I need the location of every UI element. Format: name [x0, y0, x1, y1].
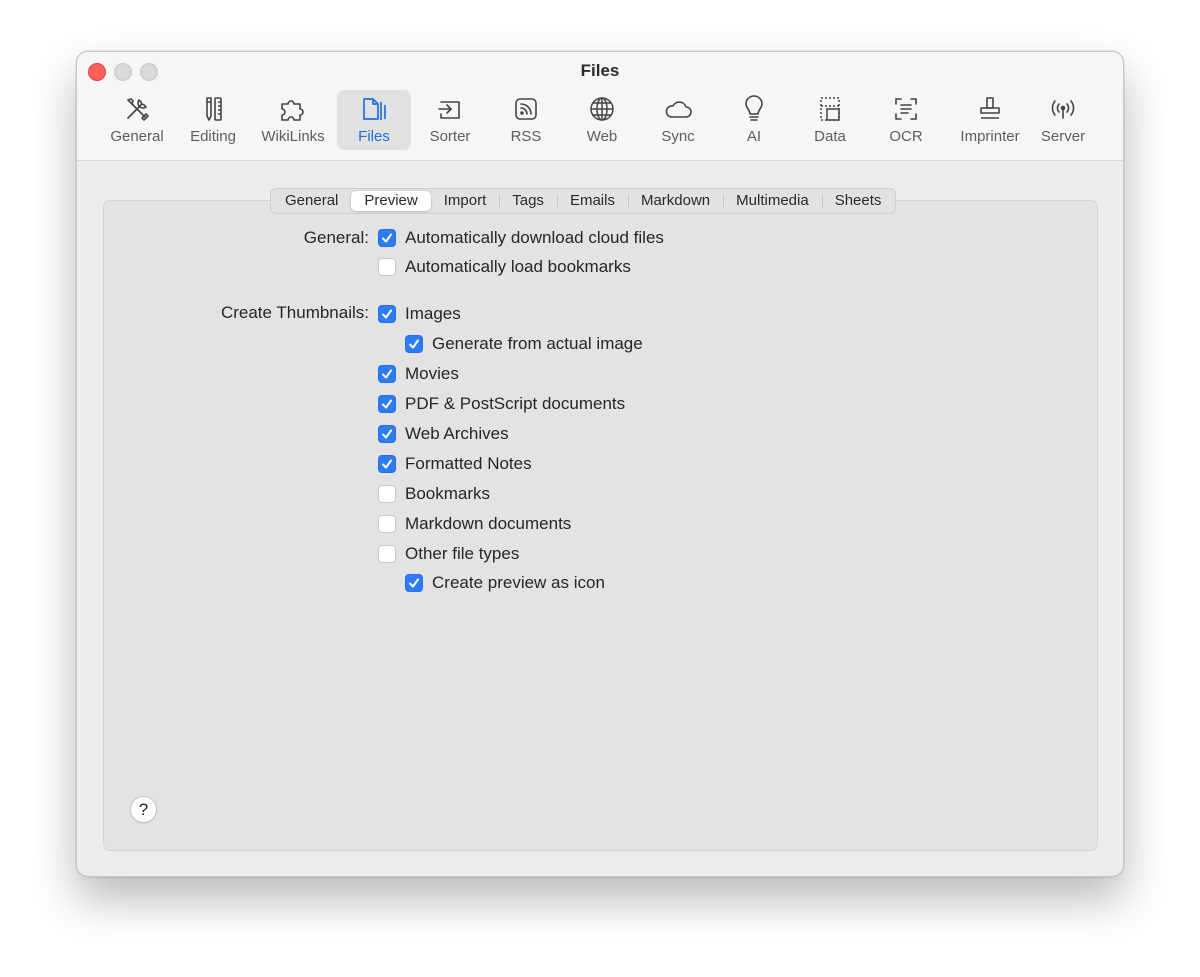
toolbar-label: RSS: [510, 128, 542, 145]
toolbar-label: WikiLinks: [261, 128, 325, 145]
option-movies[interactable]: Movies: [378, 363, 459, 385]
checkbox-checked[interactable]: [378, 455, 396, 473]
toolbar-label: Files: [358, 128, 390, 145]
checkbox-checked[interactable]: [378, 365, 396, 383]
checkbox-checked[interactable]: [378, 305, 396, 323]
tab-markdown[interactable]: Markdown: [627, 191, 723, 211]
toolbar-label: Web: [586, 128, 618, 145]
checkbox-unchecked[interactable]: [378, 485, 396, 503]
option-label: Web Archives: [405, 424, 509, 443]
option-bookmarks[interactable]: Bookmarks: [378, 483, 490, 505]
files-icon: [359, 94, 389, 124]
option-markdown-documents[interactable]: Markdown documents: [378, 513, 571, 535]
toolbar-label: Server: [1040, 128, 1086, 145]
tab-import[interactable]: Import: [431, 191, 500, 211]
toolbar-item-web[interactable]: Web: [567, 90, 637, 150]
option-label: Movies: [405, 364, 459, 383]
rss-icon: [511, 94, 541, 124]
checkbox-checked[interactable]: [378, 229, 396, 247]
toolbar-label: Imprinter: [960, 128, 1020, 145]
option-label: Generate from actual image: [432, 334, 643, 353]
tab-general[interactable]: General: [272, 191, 351, 211]
tab-emails[interactable]: Emails: [556, 191, 628, 211]
tab-preview[interactable]: Preview: [351, 191, 431, 211]
option-other-file-types[interactable]: Other file types: [378, 543, 519, 565]
sorter-icon: [435, 94, 465, 124]
toolbar-item-sync[interactable]: Sync: [643, 90, 713, 150]
toolbar-item-data[interactable]: Data: [795, 90, 865, 150]
preferences-window: Files General Editing WikiLinks Files So…: [76, 51, 1124, 877]
option-web-archives[interactable]: Web Archives: [378, 423, 509, 445]
option-create-preview-as-icon[interactable]: Create preview as icon: [405, 572, 605, 594]
toolbar-item-general[interactable]: General: [99, 90, 175, 150]
puzzle-icon: [278, 94, 308, 124]
data-icon: [815, 94, 845, 124]
option-pdf-postscript[interactable]: PDF & PostScript documents: [378, 393, 625, 415]
option-images[interactable]: Images: [378, 303, 461, 325]
toolbar-label: Editing: [190, 128, 236, 145]
help-button[interactable]: ?: [130, 796, 157, 823]
option-label: Automatically download cloud files: [405, 228, 664, 247]
antenna-icon: [1048, 94, 1078, 124]
checkbox-unchecked[interactable]: [378, 515, 396, 533]
toolbar-label: Sorter: [429, 128, 471, 145]
toolbar-item-ai[interactable]: AI: [719, 90, 789, 150]
toolbar-label: OCR: [889, 128, 923, 145]
option-label: Other file types: [405, 544, 520, 563]
toolbar-label: Sync: [661, 128, 695, 145]
option-generate-from-actual-image[interactable]: Generate from actual image: [405, 333, 643, 355]
option-label: Images: [405, 304, 461, 323]
option-label: Create preview as icon: [432, 573, 605, 592]
toolbar-item-imprinter[interactable]: Imprinter: [947, 90, 1033, 150]
checkbox-unchecked[interactable]: [378, 258, 396, 276]
thumbnails-section-label: Create Thumbnails:: [220, 303, 369, 322]
checkbox-unchecked[interactable]: [378, 545, 396, 563]
content-panel: [103, 200, 1098, 851]
toolbar-item-server[interactable]: Server: [1031, 90, 1095, 150]
cloud-icon: [663, 94, 693, 124]
toolbar-item-editing[interactable]: Editing: [177, 90, 249, 150]
checkbox-checked[interactable]: [378, 395, 396, 413]
tab-sheets[interactable]: Sheets: [821, 191, 895, 211]
stamp-icon: [975, 94, 1005, 124]
window-title: Files: [580, 61, 620, 80]
tab-bar: General Preview Import Tags Emails Markd…: [270, 188, 897, 214]
lightbulb-icon: [739, 94, 769, 124]
wrench-screwdriver-icon: [122, 94, 152, 124]
toolbar-label: AI: [746, 128, 762, 145]
option-auto-download-cloud[interactable]: Automatically download cloud files: [378, 227, 664, 249]
tab-tags[interactable]: Tags: [499, 191, 557, 211]
ocr-icon: [891, 94, 921, 124]
toolbar-item-ocr[interactable]: OCR: [871, 90, 941, 150]
option-label: PDF & PostScript documents: [405, 394, 626, 413]
checkbox-checked[interactable]: [405, 335, 423, 353]
checkbox-checked[interactable]: [405, 574, 423, 592]
titlebar: Files General Editing WikiLinks Files So…: [77, 52, 1123, 161]
toolbar-item-sorter[interactable]: Sorter: [415, 90, 485, 150]
toolbar-label: Data: [814, 128, 846, 145]
option-auto-load-bookmarks[interactable]: Automatically load bookmarks: [378, 256, 631, 278]
option-formatted-notes[interactable]: Formatted Notes: [378, 453, 532, 475]
pencil-ruler-icon: [198, 94, 228, 124]
tab-multimedia[interactable]: Multimedia: [723, 191, 822, 211]
toolbar-item-wikilinks[interactable]: WikiLinks: [253, 90, 333, 150]
checkbox-checked[interactable]: [378, 425, 396, 443]
general-section-label: General:: [303, 228, 369, 247]
toolbar-item-files[interactable]: Files: [337, 90, 411, 150]
toolbar-item-rss[interactable]: RSS: [491, 90, 561, 150]
option-label: Automatically load bookmarks: [405, 257, 631, 276]
globe-icon: [587, 94, 617, 124]
option-label: Bookmarks: [405, 484, 491, 503]
option-label: Formatted Notes: [405, 454, 532, 473]
toolbar-label: General: [110, 128, 164, 145]
option-label: Markdown documents: [405, 514, 572, 533]
